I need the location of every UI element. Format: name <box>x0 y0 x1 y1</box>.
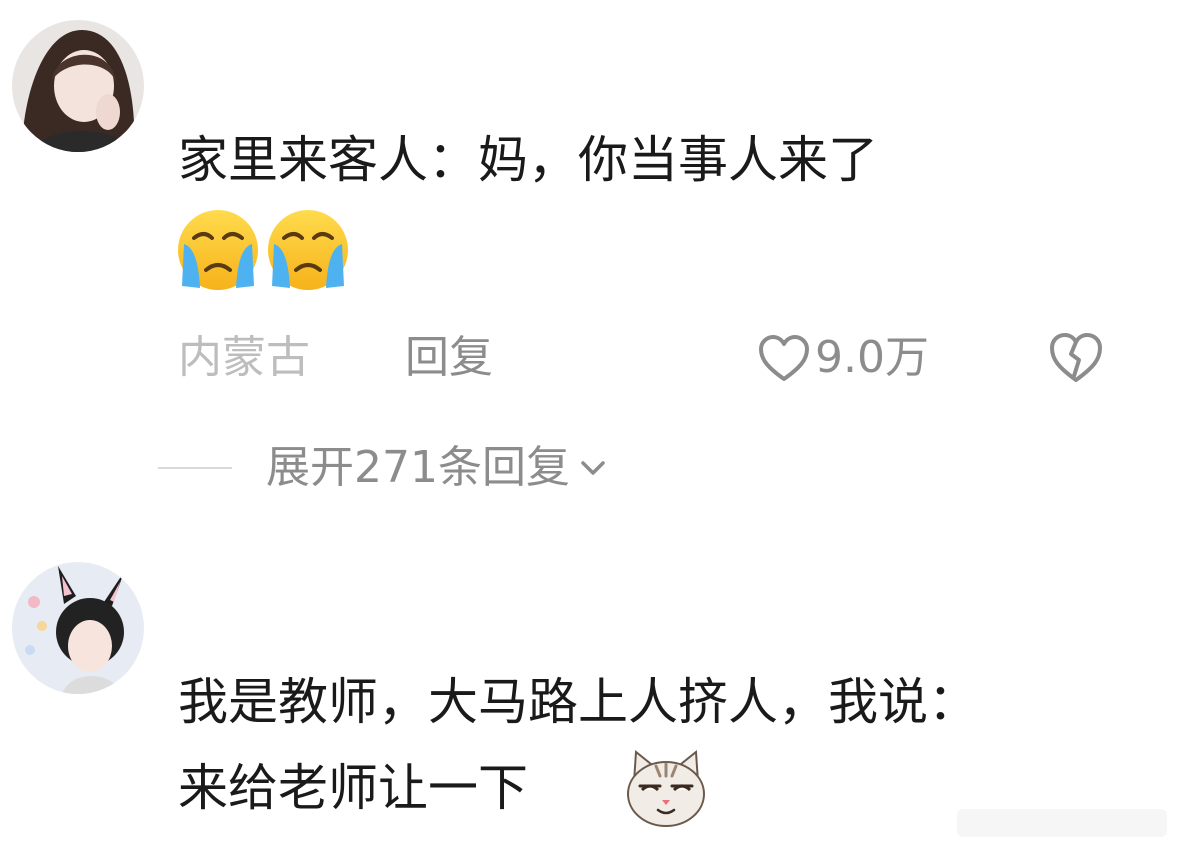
loudly-crying-face-emoji <box>268 210 348 290</box>
comment-1-like-button[interactable]: 9.0万 <box>757 330 929 386</box>
chevron-down-icon <box>581 461 605 475</box>
comment-1-text: 家里来客人：妈，你当事人来了 <box>178 131 878 189</box>
comment-2-avatar[interactable] <box>12 562 144 694</box>
expand-replies-label: 展开271条回复 <box>266 442 570 493</box>
comment-1-location: 内蒙古 <box>178 332 310 383</box>
comment-2-text-line-1: 我是教师，大马路上人挤人，我说： <box>178 673 978 731</box>
comment-1-avatar[interactable] <box>12 20 144 152</box>
comment-1-expand-replies[interactable]: 展开271条回复 <box>158 440 608 496</box>
divider-line <box>158 467 232 469</box>
comment-1-emoji-row <box>176 208 350 292</box>
watermark-graphic <box>957 809 1167 837</box>
broken-heart-outline-icon[interactable] <box>1047 330 1105 386</box>
comment-2-text-line-2: 来给老师让一下 <box>178 759 528 817</box>
smug-cat-face-emoji <box>627 750 705 827</box>
comment-1-like-count: 9.0万 <box>815 332 929 383</box>
heart-outline-icon <box>759 335 809 381</box>
loudly-crying-face-emoji <box>178 210 258 290</box>
comment-1-reply-button[interactable]: 回复 <box>405 330 493 386</box>
